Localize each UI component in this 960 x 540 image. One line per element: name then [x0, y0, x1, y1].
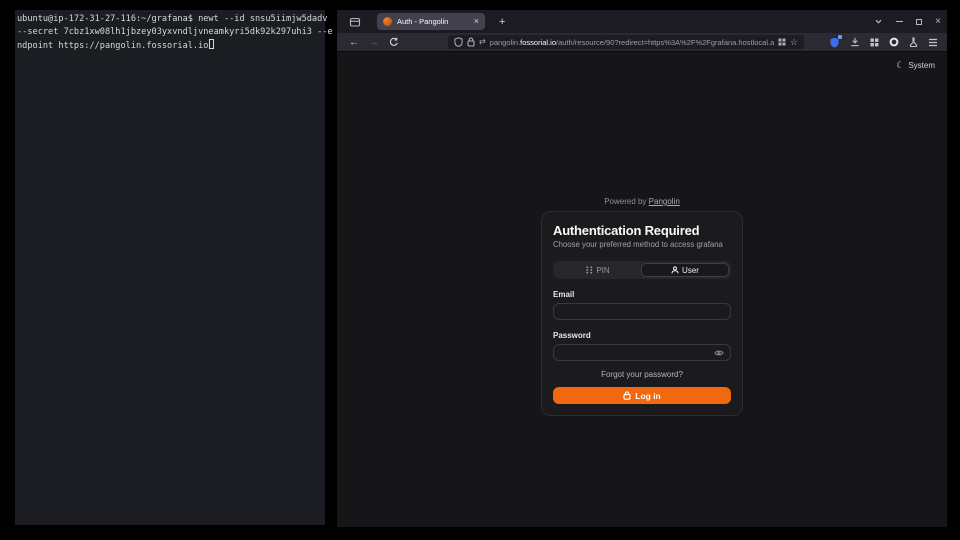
forward-button[interactable]: →	[364, 34, 384, 51]
login-button-label: Log in	[635, 391, 661, 401]
theme-toggle[interactable]: ☾ System	[896, 61, 935, 70]
back-button[interactable]: ←	[344, 34, 364, 51]
url-bar[interactable]: ⇄ pangolin.fossorial.io/auth/resource/90…	[448, 35, 804, 49]
powered-by: Powered by Pangolin	[337, 197, 947, 206]
card-subtitle: Choose your preferred method to access g…	[553, 240, 731, 250]
tab-title: Auth - Pangolin	[397, 17, 469, 26]
terminal-line: ubuntu@ip-172-31-27-116:~/grafana$ newt …	[17, 13, 323, 26]
terminal-cursor	[209, 39, 214, 49]
grid-extension-icon[interactable]	[870, 38, 879, 47]
email-field-wrap	[553, 303, 731, 320]
terminal-line: ndpoint https://pangolin.fossorial.io	[17, 39, 323, 53]
minimize-button[interactable]	[896, 21, 903, 22]
lock-icon	[623, 391, 631, 400]
terminal-window[interactable]: ubuntu@ip-172-31-27-116:~/grafana$ newt …	[15, 10, 325, 525]
swap-icon[interactable]: ⇄	[479, 38, 486, 46]
maximize-button[interactable]	[916, 19, 922, 25]
firefox-view-icon[interactable]	[345, 13, 365, 30]
user-icon	[671, 266, 679, 274]
tab-pin-label: PIN	[596, 266, 609, 275]
urlbar-grid-icon[interactable]	[778, 38, 786, 46]
bookmark-star-icon[interactable]: ☆	[790, 37, 798, 47]
flask-extension-icon[interactable]	[909, 37, 918, 47]
https-lock-icon[interactable]	[467, 37, 475, 47]
password-field-wrap	[553, 344, 731, 361]
auth-method-tabs: PIN User	[553, 261, 731, 279]
email-input[interactable]	[560, 307, 724, 316]
email-label: Email	[553, 290, 731, 299]
extension-badge	[838, 35, 842, 39]
donut-extension-icon[interactable]	[889, 37, 899, 47]
theme-toggle-label: System	[908, 61, 935, 70]
url-text: pangolin.fossorial.io/auth/resource/90?r…	[490, 38, 774, 47]
tracking-protection-shield-icon[interactable]	[454, 37, 463, 47]
pangolin-favicon-icon	[383, 17, 392, 26]
tab-list-chevron-down-icon[interactable]	[874, 17, 883, 26]
tab-user-label: User	[682, 266, 699, 275]
menu-hamburger-icon[interactable]	[928, 38, 938, 47]
password-input[interactable]	[560, 348, 714, 357]
forgot-password-link[interactable]: Forgot your password?	[553, 370, 731, 379]
new-tab-button[interactable]: +	[495, 16, 509, 28]
tab-pin[interactable]: PIN	[555, 263, 641, 277]
password-label: Password	[553, 331, 731, 340]
navigation-toolbar: ← → ⇄ pangolin.fossor	[337, 33, 947, 52]
login-button[interactable]: Log in	[553, 387, 731, 404]
blue-shield-extension-icon[interactable]	[829, 37, 840, 48]
reload-icon[interactable]	[384, 37, 404, 47]
tab-close-icon[interactable]: ×	[474, 17, 479, 26]
browser-window: Auth - Pangolin × + × ← →	[337, 10, 947, 527]
keypad-icon	[586, 266, 593, 274]
tab-user[interactable]: User	[641, 263, 729, 277]
downloads-icon[interactable]	[850, 37, 860, 47]
auth-page: ☾ System Powered by Pangolin Authenticat…	[337, 52, 947, 527]
moon-icon: ☾	[896, 61, 904, 70]
window-close-button[interactable]: ×	[935, 17, 941, 27]
tab-bar: Auth - Pangolin × + ×	[337, 10, 947, 33]
desktop-background: ubuntu@ip-172-31-27-116:~/grafana$ newt …	[0, 0, 960, 540]
terminal-line: --secret 7cbz1xw08lh1jbzey03yxvndljvneam…	[17, 26, 323, 39]
show-password-eye-icon[interactable]	[714, 349, 724, 357]
auth-card: Authentication Required Choose your pref…	[541, 211, 743, 416]
pangolin-link[interactable]: Pangolin	[649, 197, 680, 206]
tab-auth-pangolin[interactable]: Auth - Pangolin ×	[377, 13, 485, 30]
card-title: Authentication Required	[553, 223, 731, 238]
